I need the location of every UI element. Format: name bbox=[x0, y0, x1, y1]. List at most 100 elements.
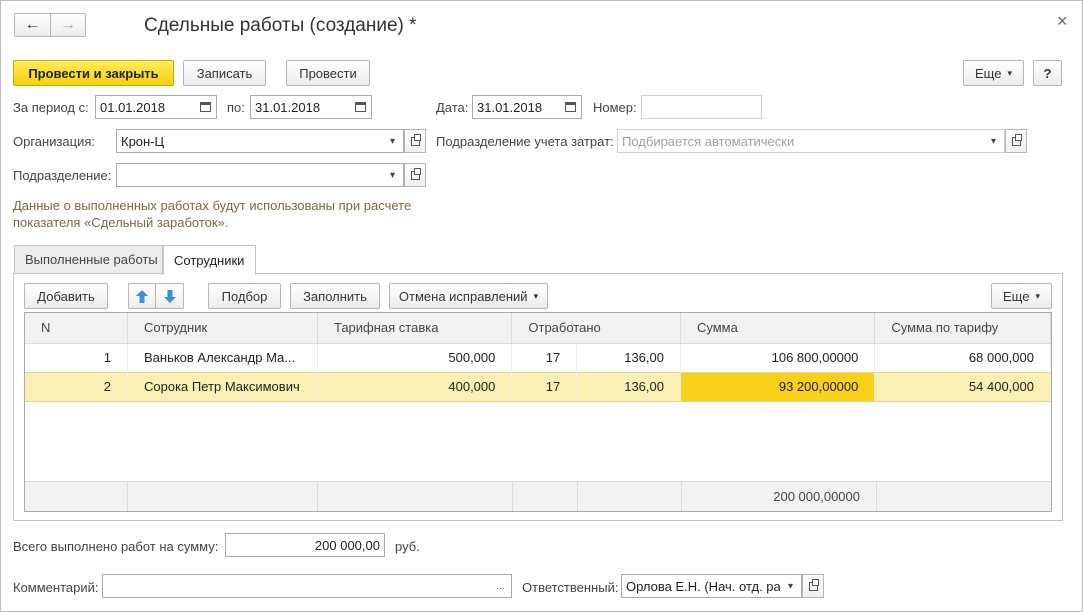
cost-dept-dropdown-button[interactable]: ▾ bbox=[983, 129, 1005, 153]
cancel-corrections-button[interactable]: Отмена исправлений ▾ bbox=[389, 283, 548, 309]
table-footer: 200 000,00000 bbox=[25, 481, 1051, 511]
column-header-rate[interactable]: Тарифная ставка bbox=[317, 313, 513, 344]
period-to-field[interactable]: 31.01.2018 bbox=[250, 95, 351, 119]
more-button[interactable]: Еще ▾ bbox=[963, 60, 1024, 86]
responsible-label: Ответственный: bbox=[522, 580, 619, 595]
arrow-right-icon: → bbox=[60, 16, 76, 33]
comment-label: Комментарий: bbox=[13, 580, 99, 595]
column-header-worked[interactable]: Отработано bbox=[511, 313, 681, 344]
chevron-down-icon: ▾ bbox=[990, 135, 997, 147]
chevron-down-icon: ▾ bbox=[787, 580, 794, 592]
table-row-selected[interactable]: 2 Сорока Петр Максимович 400,000 17 136,… bbox=[25, 371, 1051, 402]
fill-button[interactable]: Заполнить bbox=[290, 283, 380, 309]
footer-cell bbox=[25, 482, 128, 511]
calendar-icon bbox=[355, 102, 366, 112]
sum-cell[interactable]: 106 800,00000 bbox=[680, 343, 876, 372]
column-header-n[interactable]: N bbox=[25, 313, 128, 344]
move-down-button[interactable] bbox=[156, 283, 184, 309]
info-note: Данные о выполненных работах будут испол… bbox=[13, 197, 411, 231]
chevron-down-icon: ▾ bbox=[1007, 67, 1012, 78]
tab-employees[interactable]: Сотрудники bbox=[163, 245, 256, 275]
tariff-sum-cell: 54 400,000 bbox=[874, 371, 1051, 402]
footer-cell bbox=[513, 482, 578, 511]
column-header-tariff-sum[interactable]: Сумма по тарифу bbox=[874, 313, 1051, 344]
arrow-left-icon: ← bbox=[24, 16, 41, 33]
table-row[interactable]: 1 Ваньков Александр Ма... 500,000 17 136… bbox=[25, 343, 1051, 372]
table-more-button[interactable]: Еще ▾ bbox=[991, 283, 1052, 309]
period-from-field[interactable]: 01.01.2018 bbox=[95, 95, 196, 119]
footer-total-sum: 200 000,00000 bbox=[682, 482, 877, 511]
table-more-label: Еще bbox=[1003, 288, 1030, 304]
calendar-button-from[interactable] bbox=[195, 95, 217, 119]
add-row-button[interactable]: Добавить bbox=[24, 283, 108, 309]
days-cell[interactable]: 17 bbox=[511, 343, 578, 372]
total-label: Всего выполнено работ на сумму: bbox=[13, 539, 219, 554]
ellipsis-icon: ... bbox=[496, 580, 505, 592]
forward-button[interactable]: → bbox=[50, 13, 86, 37]
pick-button[interactable]: Подбор bbox=[208, 283, 281, 309]
responsible-open-button[interactable] bbox=[802, 574, 824, 598]
hours-cell[interactable]: 136,00 bbox=[576, 371, 681, 402]
help-button[interactable]: ? bbox=[1033, 60, 1062, 86]
department-label: Подразделение: bbox=[13, 168, 112, 183]
row-number: 2 bbox=[25, 371, 128, 402]
calendar-icon bbox=[565, 102, 576, 112]
department-dropdown-button[interactable]: ▾ bbox=[382, 163, 404, 187]
cancel-corrections-label: Отмена исправлений bbox=[398, 288, 528, 304]
organization-dropdown-button[interactable]: ▾ bbox=[382, 129, 404, 153]
table-header-row: N Сотрудник Тарифная ставка Отработано С… bbox=[25, 313, 1051, 344]
organization-label: Организация: bbox=[13, 134, 96, 149]
cost-dept-field[interactable]: Подбирается автоматически bbox=[617, 129, 984, 153]
organization-open-button[interactable] bbox=[404, 129, 426, 153]
chevron-down-icon: ▾ bbox=[389, 135, 396, 147]
employees-grid: N Сотрудник Тарифная ставка Отработано С… bbox=[25, 313, 1051, 402]
sum-cell-current[interactable]: 93 200,00000 bbox=[680, 371, 876, 402]
organization-field[interactable]: Крон-Ц bbox=[116, 129, 383, 153]
page-title: Сдельные работы (создание) * bbox=[144, 15, 417, 36]
cost-dept-open-button[interactable] bbox=[1005, 129, 1027, 153]
footer-cell bbox=[578, 482, 682, 511]
post-button[interactable]: Провести bbox=[286, 60, 370, 86]
employee-cell[interactable]: Сорока Петр Максимович bbox=[127, 371, 318, 402]
rate-cell[interactable]: 500,000 bbox=[317, 343, 513, 372]
rate-cell[interactable]: 400,000 bbox=[317, 371, 513, 402]
comment-field[interactable] bbox=[102, 574, 491, 598]
close-icon[interactable]: × bbox=[1057, 11, 1068, 32]
department-field[interactable] bbox=[116, 163, 383, 187]
back-button[interactable]: ← bbox=[14, 13, 51, 37]
days-cell[interactable]: 17 bbox=[511, 371, 578, 402]
more-label: Еще bbox=[975, 65, 1002, 81]
employees-table[interactable]: N Сотрудник Тарифная ставка Отработано С… bbox=[24, 312, 1052, 512]
number-label: Номер: bbox=[593, 100, 637, 115]
responsible-field[interactable]: Орлова Е.Н. (Нач. отд. ра bbox=[621, 574, 781, 598]
period-to-label: по: bbox=[227, 100, 245, 115]
chevron-down-icon: ▾ bbox=[1035, 290, 1040, 301]
calendar-button-date[interactable] bbox=[560, 95, 582, 119]
calendar-icon bbox=[200, 102, 211, 112]
move-up-button[interactable] bbox=[128, 283, 156, 309]
employee-cell[interactable]: Ваньков Александр Ма... bbox=[127, 343, 318, 372]
calendar-button-to[interactable] bbox=[350, 95, 372, 119]
department-open-button[interactable] bbox=[404, 163, 426, 187]
tariff-sum-cell: 68 000,000 bbox=[874, 343, 1051, 372]
column-header-employee[interactable]: Сотрудник bbox=[127, 313, 318, 344]
date-field[interactable]: 31.01.2018 bbox=[472, 95, 561, 119]
footer-cell bbox=[318, 482, 513, 511]
responsible-dropdown-button[interactable]: ▾ bbox=[780, 574, 802, 598]
post-and-close-button[interactable]: Провести и закрыть bbox=[13, 60, 174, 86]
period-from-label: За период с: bbox=[13, 100, 89, 115]
hours-cell[interactable]: 136,00 bbox=[576, 343, 681, 372]
footer-cell bbox=[128, 482, 318, 511]
tab-completed-work[interactable]: Выполненные работы bbox=[14, 245, 163, 273]
open-icon bbox=[410, 167, 421, 180]
footer-cell bbox=[877, 482, 1051, 511]
number-field[interactable] bbox=[641, 95, 762, 119]
open-icon bbox=[410, 133, 421, 146]
cost-dept-label: Подразделение учета затрат: bbox=[436, 134, 614, 149]
column-header-sum[interactable]: Сумма bbox=[680, 313, 876, 344]
row-number: 1 bbox=[25, 343, 128, 372]
chevron-down-icon: ▾ bbox=[533, 290, 539, 301]
save-button[interactable]: Записать bbox=[183, 60, 266, 86]
comment-edit-button[interactable]: ... bbox=[490, 574, 512, 598]
arrow-up-icon bbox=[136, 289, 148, 303]
